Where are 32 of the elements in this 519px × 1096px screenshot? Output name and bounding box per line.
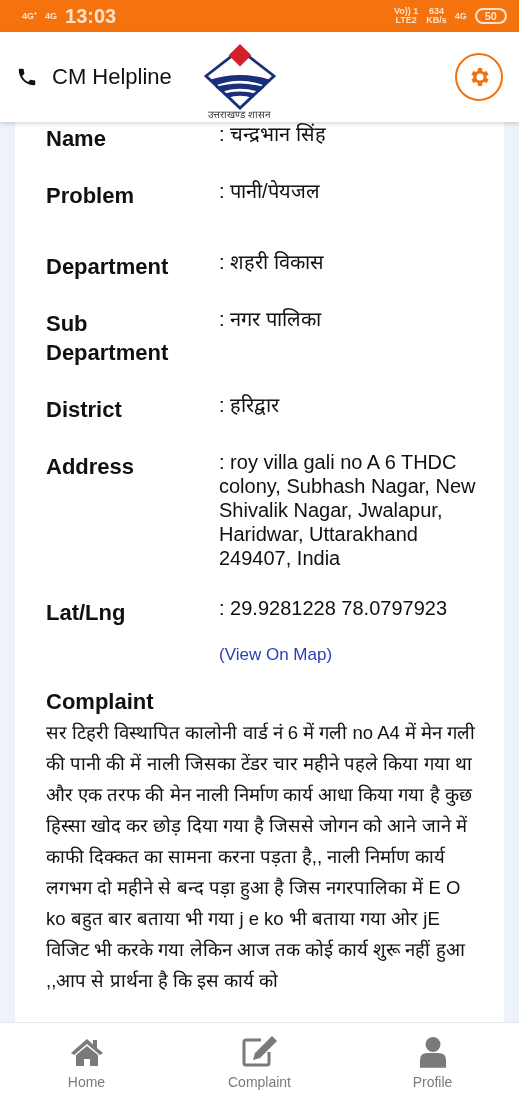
settings-button[interactable] bbox=[455, 53, 503, 101]
field-value: : शहरी विकास bbox=[219, 250, 324, 275]
field-value: : पानी/पेयजल bbox=[219, 179, 320, 204]
field-label: Address bbox=[46, 453, 136, 481]
volte-label: Vo)) 1 bbox=[393, 7, 419, 16]
phone-icon bbox=[16, 66, 38, 88]
person-icon bbox=[418, 1036, 447, 1068]
field-label: Problem bbox=[46, 182, 136, 210]
network-label: 4G bbox=[454, 11, 467, 21]
view-on-map-link[interactable]: (View On Map) bbox=[219, 645, 480, 665]
field-value: : roy villa gali no A 6 THDC colony, Subhash Nagar, New Shivalik Nagar, Jwalapur, Haridwar, Uttarakhand 249407, India bbox=[219, 450, 477, 570]
speed-unit: KB/s bbox=[426, 16, 447, 25]
complaint-text: सर टिहरी विस्थापित कालोनी वार्ड नं 6 में गली no A4 में मेन गली की पानी की में नाली जिसका टेंडर चार महीने पहले किया गया था और एक तरफ की मेन नाली निर्माण कार्य आधा किया गया है कुछ हिस्सा खोद कर छोड़ दिया गया है जिससे जोगन को आने जाने में काफी दिक्कत का सामना करना पड़ता है,, नाली निर्माण कार्य लगभग दो महीने से बन्द पड़ा हुआ है जिस नगरपालिका में E O ko बहुत बार बताया भी गया j e ko भी बताया गया ओर jE विजिट भी करके गया लेकिन आज तक कोई कार्य शुरू नहीं हुआ ,,आप से प्रार्थना है कि इस कार्य को bbox=[46, 721, 477, 993]
field-label: Sub Department bbox=[46, 310, 170, 367]
field-value: : नगर पालिका bbox=[219, 307, 321, 332]
field-value: : हरिद्वार bbox=[219, 393, 280, 418]
field-label: Department bbox=[46, 253, 170, 281]
clock: 13:03 bbox=[65, 4, 117, 28]
app-title: CM Helpline bbox=[52, 64, 172, 90]
signal-label: 4G⁺ bbox=[22, 11, 37, 21]
lte-label: LTE2 bbox=[395, 16, 417, 25]
field-value: : 29.9281228 78.0797923 bbox=[219, 596, 447, 621]
logo-caption: उत्तराखण्ड शासन bbox=[208, 110, 272, 120]
field-value: : चन्द्रभान सिंह bbox=[219, 122, 326, 147]
field-label: Lat/Lng bbox=[46, 599, 127, 627]
battery-level: 50 bbox=[474, 8, 507, 24]
network-speed: 634 bbox=[428, 7, 444, 16]
field-label: District bbox=[46, 396, 123, 424]
section-heading: Complaint bbox=[46, 689, 155, 715]
field-label: Name bbox=[46, 125, 107, 153]
signal-label: 4G bbox=[45, 11, 58, 21]
edit-icon bbox=[240, 1034, 279, 1068]
